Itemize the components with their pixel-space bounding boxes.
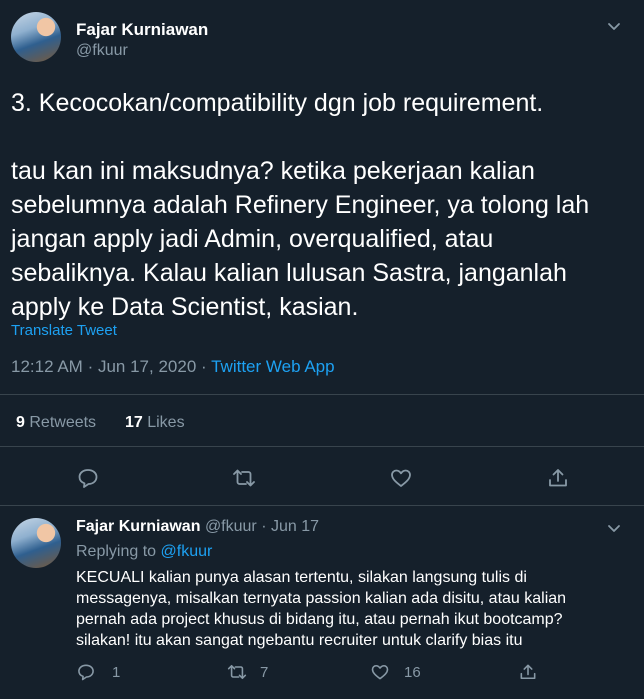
tweet-line: sebaliknya. Kalau kalian lulusan Sastra,… — [11, 259, 567, 287]
retweet-count: 7 — [260, 663, 269, 681]
retweets-stat[interactable]: 9 Retweets — [16, 414, 101, 431]
likes-label: Likes — [147, 414, 185, 431]
replying-to: Replying to @fkuur — [76, 543, 212, 561]
tweet-time[interactable]: 12:12 AM — [11, 357, 83, 376]
tweet-line: 3. Kecocokan/compatibility dgn job requi… — [11, 89, 544, 117]
main-author-avatar[interactable] — [11, 12, 61, 62]
tweet-timestamp-row: 12:12 AM · Jun 17, 2020 · Twitter Web Ap… — [11, 357, 335, 377]
reply-action-like[interactable]: 16 — [370, 662, 421, 682]
reply-icon[interactable] — [76, 466, 100, 490]
tweet-line: apply ke Data Scientist, kasian. — [11, 293, 359, 321]
chevron-down-icon[interactable] — [606, 18, 622, 34]
tweet-line: jangan apply jadi Admin, overqualified, … — [11, 225, 494, 253]
likes-count: 17 — [124, 414, 143, 431]
reply-author-avatar[interactable] — [11, 518, 61, 568]
separator-dot: · — [201, 357, 207, 376]
like-icon — [370, 662, 390, 682]
main-tweet-text: 3. Kecocokan/compatibility dgn job requi… — [11, 86, 621, 324]
translate-tweet-link[interactable]: Translate Tweet — [11, 322, 117, 339]
reply-line: pernah ada project khusus di bidang itu,… — [76, 611, 563, 628]
like-count: 16 — [404, 663, 421, 681]
share-icon[interactable] — [546, 466, 570, 490]
tweet-line: sebelumnya adalah Refinery Engineer, ya … — [11, 191, 590, 219]
separator-dot: · — [261, 518, 267, 535]
reply-line: messagenya, misalkan ternyata passion ka… — [76, 590, 567, 607]
reply-header: Fajar Kurniawan @fkuur · Jun 17 — [76, 518, 319, 536]
retweets-label: Retweets — [29, 414, 97, 431]
reply-line: silakan! itu akan sangat ngebantu recrui… — [76, 632, 523, 649]
share-icon[interactable] — [518, 662, 538, 682]
reply-icon — [76, 662, 96, 682]
replying-prefix: Replying to — [76, 543, 157, 560]
reply-line: KECUALI kalian punya alasan tertentu, si… — [76, 569, 527, 586]
tweet-stats-row: 9 Retweets 17 Likes — [16, 414, 185, 432]
tweet-date[interactable]: Jun 17, 2020 — [98, 357, 196, 376]
divider — [0, 446, 644, 447]
main-author-handle[interactable]: @fkuur — [76, 42, 128, 60]
separator-dot: · — [87, 357, 94, 376]
divider — [0, 394, 644, 395]
reply-author-handle[interactable]: @fkuur — [205, 518, 257, 535]
retweets-count: 9 — [16, 414, 25, 431]
retweet-icon[interactable] — [231, 466, 257, 490]
reply-action-reply[interactable]: 1 — [76, 662, 120, 682]
reply-author-name[interactable]: Fajar Kurniawan — [76, 518, 200, 535]
reply-count: 1 — [112, 663, 121, 681]
like-icon[interactable] — [389, 466, 413, 490]
likes-stat[interactable]: 17 Likes — [125, 414, 185, 431]
tweet-line: tau kan ini maksudnya? ketika pekerjaan … — [11, 157, 535, 185]
reply-tweet-text: KECUALI kalian punya alasan tertentu, si… — [76, 567, 636, 651]
divider — [0, 505, 644, 506]
retweet-icon — [226, 662, 248, 682]
reply-action-retweet[interactable]: 7 — [226, 662, 268, 682]
replying-handle[interactable]: @fkuur — [161, 543, 213, 560]
tweet-source[interactable]: Twitter Web App — [211, 357, 334, 376]
main-author-name[interactable]: Fajar Kurniawan — [76, 20, 208, 40]
reply-date[interactable]: Jun 17 — [271, 518, 319, 535]
chevron-down-icon[interactable] — [606, 520, 622, 536]
